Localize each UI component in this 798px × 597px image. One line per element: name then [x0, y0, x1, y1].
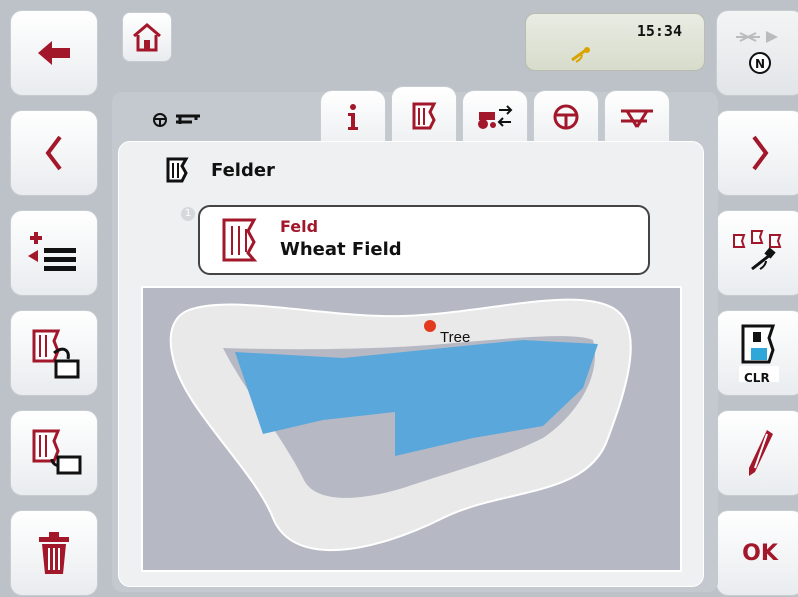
tree-marker [424, 320, 436, 332]
paste-field-button[interactable] [10, 410, 98, 496]
back-button[interactable] [10, 10, 98, 96]
gps-icon [571, 47, 590, 63]
field-boundary-map [169, 298, 632, 552]
field-to-clipboard-button[interactable] [10, 310, 98, 396]
page-heading: Felder [165, 157, 275, 183]
home-button[interactable] [122, 12, 172, 62]
status-area: 15:34 [525, 13, 705, 71]
arrow-left-icon [38, 41, 70, 65]
implement-icon [621, 109, 653, 128]
item-number: 1 [181, 207, 195, 221]
ok-label: OK [742, 540, 778, 566]
add-field-button[interactable] [10, 210, 98, 296]
field-icon [222, 218, 258, 262]
svg-text:N: N [755, 57, 765, 71]
compass-north-icon: N [736, 31, 778, 74]
tab-steering[interactable] [533, 90, 599, 142]
trash-icon [39, 532, 69, 574]
tab-vehicles[interactable] [462, 90, 528, 142]
steering-implement-status-icon [153, 113, 200, 127]
add-list-icon [28, 232, 76, 271]
north-button[interactable]: N [716, 10, 798, 96]
tree-marker-label: Tree [440, 329, 471, 346]
copy-field-icon [32, 329, 80, 379]
info-icon [348, 103, 358, 130]
ok-button[interactable]: OK [716, 510, 798, 596]
tractor-settings-icon [478, 104, 513, 129]
chevron-right-icon [752, 135, 769, 171]
field-name: Wheat Field [280, 239, 402, 260]
paste-field-icon [32, 429, 82, 475]
steering-wheel-icon [553, 104, 579, 129]
delete-button[interactable] [10, 510, 98, 596]
tab-implement[interactable] [604, 90, 670, 142]
home-icon [133, 23, 161, 52]
tab-info[interactable] [320, 90, 386, 142]
clear-label: CLR [744, 371, 770, 385]
clock: 15:34 [636, 22, 682, 40]
tab-fields[interactable] [391, 86, 457, 144]
field-map[interactable]: Tree [141, 286, 682, 572]
next-button[interactable] [716, 110, 798, 196]
fields-gps-icon [733, 230, 782, 271]
field-list-item[interactable]: Feld Wheat Field [198, 205, 650, 275]
pencil-icon [749, 430, 773, 476]
clear-button[interactable]: CLR [716, 310, 798, 396]
field-label: Feld [280, 217, 319, 236]
edit-button[interactable] [716, 410, 798, 496]
field-icon [412, 102, 437, 129]
field-gps-button[interactable] [716, 210, 798, 296]
chevron-left-icon [45, 135, 62, 171]
field-icon [166, 157, 189, 183]
page-title: Felder [211, 159, 275, 181]
previous-button[interactable] [10, 110, 98, 196]
